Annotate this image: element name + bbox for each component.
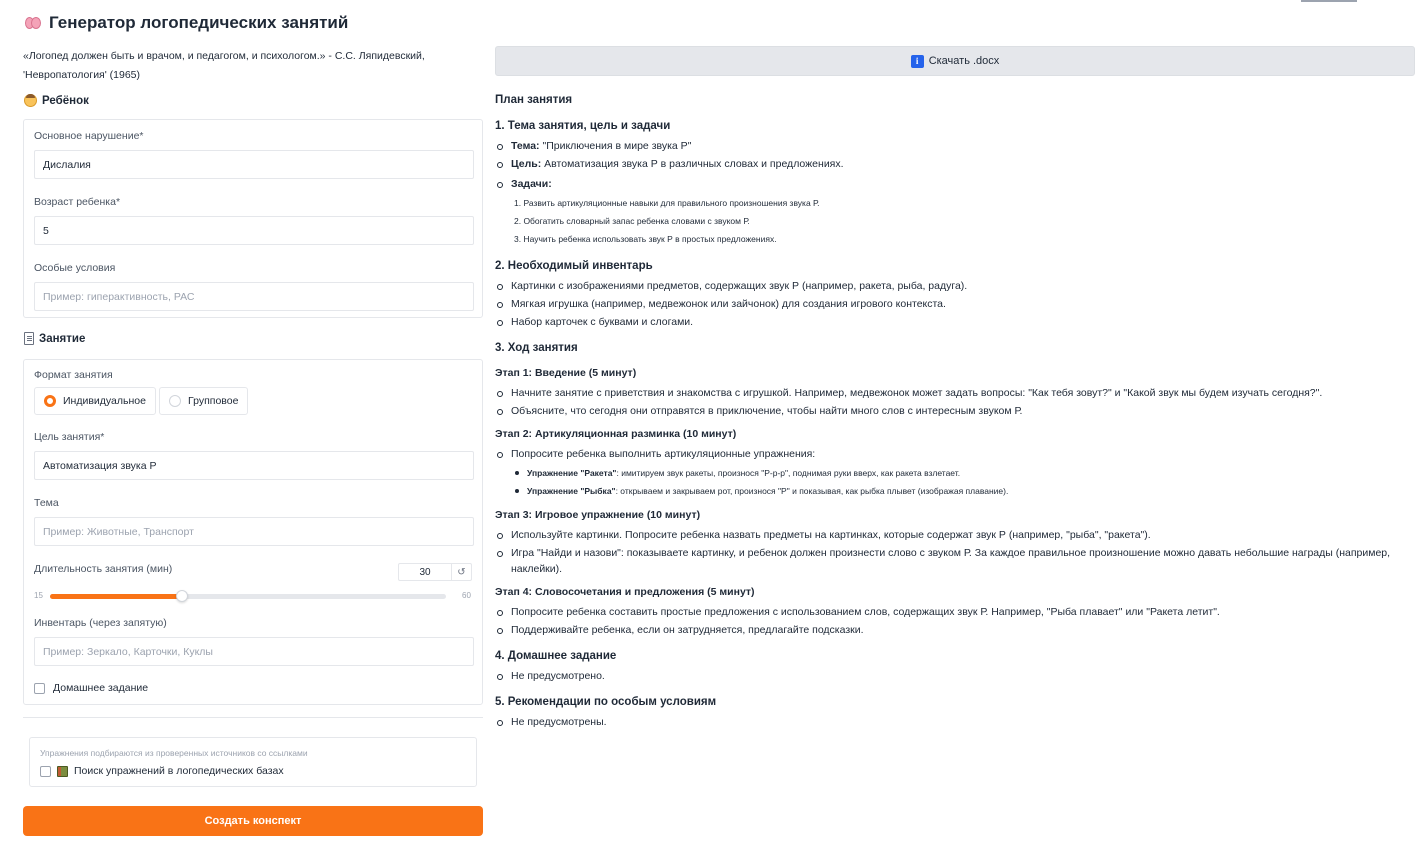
duration-number-box[interactable]: 30 ↺ bbox=[398, 563, 472, 581]
top-tab-indicator bbox=[1301, 0, 1357, 2]
list-item: Поддерживайте ребенка, если он затрудняе… bbox=[495, 622, 1415, 638]
app-title: Генератор логопедических занятий bbox=[49, 13, 349, 32]
lesson-plan: План занятия 1. Тема занятия, цель и зад… bbox=[495, 88, 1415, 732]
create-summary-button[interactable]: Создать конспект bbox=[23, 806, 483, 836]
plan-title: План занятия bbox=[495, 94, 573, 106]
stage-heading: Этап 2: Артикуляционная разминка (10 мин… bbox=[495, 428, 737, 440]
task-item: 1. Развить артикуляционные навыки для пр… bbox=[514, 198, 820, 208]
document-icon bbox=[24, 332, 34, 345]
exercise-item: Упражнение "Ракета": имитируем звук раке… bbox=[495, 464, 1415, 482]
download-docx-button[interactable]: i Скачать .docx bbox=[495, 46, 1415, 76]
search-row[interactable]: Поиск упражнений в логопедических базах bbox=[40, 765, 284, 777]
list-item: Используйте картинки. Попросите ребенка … bbox=[495, 527, 1415, 543]
download-label: Скачать .docx bbox=[928, 55, 1000, 67]
search-label: Поиск упражнений в логопедических базах bbox=[74, 765, 284, 777]
conditions-label: Особые условия bbox=[34, 262, 116, 274]
session-section-title: Занятие bbox=[24, 332, 85, 345]
topic-label: Тема bbox=[34, 497, 59, 509]
goal-label: Цель занятия* bbox=[34, 431, 105, 443]
list-item: Попросите ребенка составить простые пред… bbox=[495, 604, 1415, 620]
age-input[interactable]: 5 bbox=[34, 216, 474, 245]
inventory-label: Инвентарь (через запятую) bbox=[34, 617, 167, 629]
list-item: Начните занятие с приветствия и знакомст… bbox=[495, 385, 1415, 401]
divider bbox=[23, 717, 483, 718]
duration-label: Длительность занятия (мин) bbox=[34, 563, 173, 575]
exercise-item: Упражнение "Рыбка": открываем и закрывае… bbox=[495, 482, 1415, 500]
goal-input[interactable]: Автоматизация звука Р bbox=[34, 451, 474, 480]
quote: «Логопед должен быть и врачом, и педагог… bbox=[23, 50, 425, 81]
list-item: Картинки с изображениями предметов, соде… bbox=[495, 278, 1415, 294]
list-item: Попросите ребенка выполнить артикуляцион… bbox=[495, 446, 1415, 462]
task-item: 2. Обогатить словарный запас ребенка сло… bbox=[514, 216, 750, 226]
slider-fill bbox=[50, 594, 182, 599]
child-section-title: Ребёнок bbox=[24, 94, 89, 107]
format-individual-radio[interactable]: Индивидуальное bbox=[34, 387, 156, 415]
homework-label: Домашнее задание bbox=[53, 682, 149, 694]
info-icon: i bbox=[910, 54, 924, 68]
reset-icon[interactable]: ↺ bbox=[451, 564, 471, 580]
disorder-label: Основное нарушение* bbox=[34, 130, 144, 142]
search-panel: Упражнения подбираются из проверенных ис… bbox=[29, 737, 477, 787]
radio-selected-indicator bbox=[44, 395, 56, 407]
duration-control: Длительность занятия (мин) 30 ↺ 15 60 bbox=[24, 563, 482, 607]
list-item: Объясните, что сегодня они отправятся в … bbox=[495, 403, 1415, 419]
list-item: Набор карточек с буквами и слогами. bbox=[495, 314, 1415, 330]
homework-checkbox[interactable] bbox=[34, 682, 45, 694]
brain-icon bbox=[24, 15, 42, 31]
list-item: Игра "Найди и назови": показываете карти… bbox=[495, 545, 1415, 577]
list-item: Задачи: bbox=[495, 176, 1415, 192]
list-item: Мягкая игрушка (например, медвежонок или… bbox=[495, 296, 1415, 312]
books-icon bbox=[57, 765, 68, 777]
search-checkbox[interactable] bbox=[40, 765, 51, 777]
section-heading: 5. Рекомендации по особым условиям bbox=[495, 696, 717, 708]
child-icon bbox=[24, 94, 37, 107]
conditions-input[interactable]: Пример: гиперактивность, РАС bbox=[34, 282, 474, 311]
duration-slider[interactable] bbox=[50, 590, 446, 602]
list-item: Не предусмотрены. bbox=[495, 714, 1415, 730]
search-hint: Упражнения подбираются из проверенных ис… bbox=[40, 748, 308, 758]
format-group-radio[interactable]: Групповое bbox=[159, 387, 249, 415]
section-heading: 2. Необходимый инвентарь bbox=[495, 260, 653, 272]
stage-heading: Этап 1: Введение (5 минут) bbox=[495, 367, 637, 379]
session-panel: Формат занятия Индивидуальное Групповое … bbox=[23, 359, 483, 705]
child-panel: Основное нарушение* Дислалия Возраст реб… bbox=[23, 119, 483, 318]
format-label: Формат занятия bbox=[34, 369, 113, 381]
task-item: 3. Научить ребенка использовать звук Р в… bbox=[514, 234, 777, 244]
list-item: Цель: Автоматизация звука Р в различных … bbox=[495, 156, 1415, 172]
stage-heading: Этап 3: Игровое упражнение (10 минут) bbox=[495, 509, 701, 521]
slider-max-label: 60 bbox=[462, 591, 471, 600]
radio-indicator bbox=[169, 395, 181, 407]
list-item: Не предусмотрено. bbox=[495, 668, 1415, 684]
section-heading: 1. Тема занятия, цель и задачи bbox=[495, 120, 671, 132]
app-header: Генератор логопедических занятий bbox=[24, 13, 348, 33]
slider-thumb[interactable] bbox=[175, 590, 188, 602]
disorder-input[interactable]: Дислалия bbox=[34, 150, 474, 179]
section-heading: 4. Домашнее задание bbox=[495, 650, 617, 662]
stage-heading: Этап 4: Словосочетания и предложения (5 … bbox=[495, 586, 755, 598]
section-heading: 3. Ход занятия bbox=[495, 342, 578, 354]
list-item: Тема: "Приключения в мире звука Р" bbox=[495, 138, 1415, 154]
topic-input[interactable]: Пример: Животные, Транспорт bbox=[34, 517, 474, 546]
age-label: Возраст ребенка* bbox=[34, 196, 121, 208]
inventory-input[interactable]: Пример: Зеркало, Карточки, Куклы bbox=[34, 637, 474, 666]
duration-value[interactable]: 30 bbox=[399, 564, 451, 580]
slider-min-label: 15 bbox=[34, 591, 43, 600]
homework-row[interactable]: Домашнее задание bbox=[34, 682, 148, 694]
